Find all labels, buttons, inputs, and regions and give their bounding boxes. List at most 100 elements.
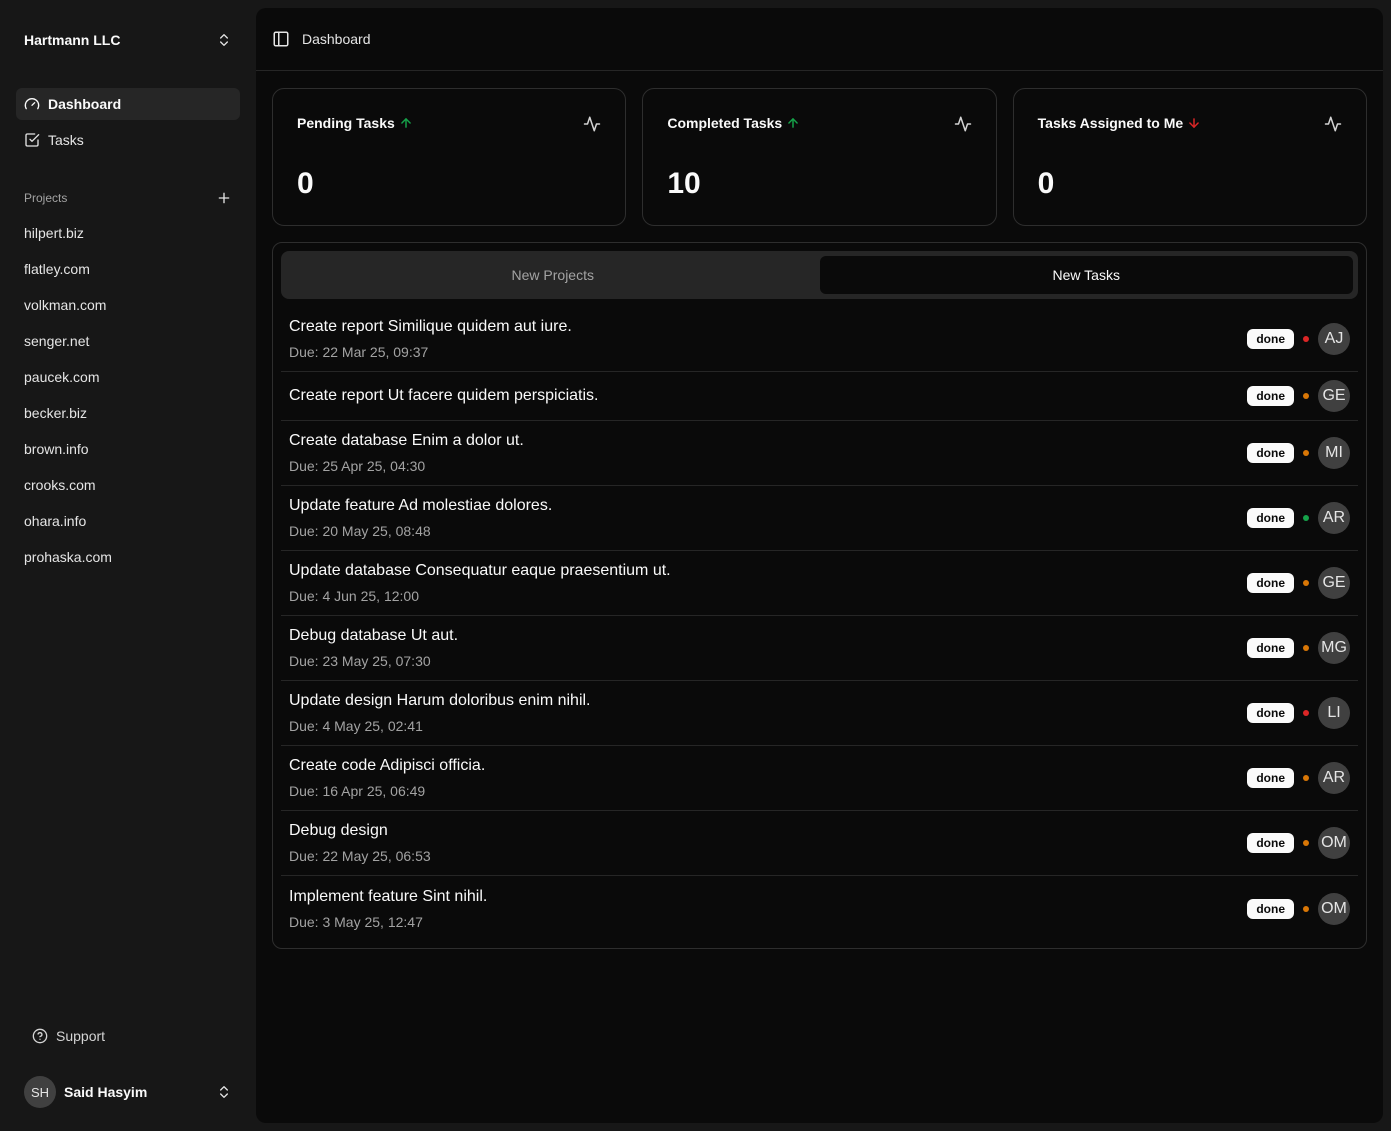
assignee-avatar: AJ [1318,323,1350,355]
projects-label: Projects [24,191,68,205]
project-list: hilpert.biz flatley.com volkman.com seng… [16,215,240,575]
help-circle-icon [32,1028,48,1044]
priority-dot [1303,393,1309,399]
add-project-plus-icon[interactable] [216,190,232,206]
support-link[interactable]: Support [16,1020,240,1052]
square-check-icon [25,133,40,147]
project-item[interactable]: crooks.com [16,467,240,503]
tab-new-projects[interactable]: New Projects [286,256,820,294]
projects-header: Projects [16,186,240,210]
stat-title-text: Completed Tasks [667,115,783,131]
task-meta: done GE [1247,380,1350,412]
assignee-avatar: OM [1318,892,1350,925]
task-meta: done MI [1247,437,1350,469]
stat-value: 0 [1037,167,1055,200]
task-text: Debug design Due: 22 May 25, 06:53 [289,822,431,864]
arrow-up-icon [788,118,799,128]
task-text: Create code Adipisci officia. Due: 16 Apr… [289,757,485,799]
task-text: Update database Consequatur eaque praese… [289,562,671,604]
assignee-avatar: MG [1318,632,1350,664]
stats-cards: Pending Tasks 0 Completed Tasks 10 Tasks… [272,88,1367,226]
project-item[interactable]: senger.net [16,323,240,359]
status-badge: done [1247,329,1294,349]
task-row[interactable]: Update database Consequatur eaque praese… [281,551,1358,616]
task-title: Update database Consequatur eaque praese… [289,562,671,579]
status-badge: done [1247,638,1294,658]
project-item[interactable]: ohara.info [16,503,240,539]
sidebar-toggle-icon[interactable] [272,30,290,48]
arrow-up-icon [400,118,411,128]
task-row[interactable]: Create report Similique quidem aut iure.… [281,307,1358,372]
project-item[interactable]: paucek.com [16,359,240,395]
activity-icon [1324,116,1342,132]
task-row[interactable]: Create code Adipisci officia. Due: 16 Apr… [281,746,1358,811]
task-due-date: Due: 23 May 25, 07:30 [289,653,431,669]
task-row[interactable]: Update feature Ad molestiae dolores. Due:… [281,486,1358,551]
task-text: Debug database Ut aut. Due: 23 May 25, 07… [289,627,458,669]
stat-card-title: Tasks Assigned to Me [1038,115,1201,131]
task-row[interactable]: Update design Harum doloribus enim nihil… [281,681,1358,746]
stat-title-text: Tasks Assigned to Me [1037,115,1184,131]
project-item[interactable]: prohaska.com [16,539,240,575]
stat-card-assigned: Tasks Assigned to Me 0 [1012,88,1367,226]
task-title: Debug database Ut aut. [289,627,459,644]
status-badge: done [1247,573,1294,593]
stat-title-text: Pending Tasks [297,115,395,131]
task-title: Create database Enim a dolor ut. [289,432,524,449]
arrow-down-icon [1189,118,1199,128]
task-meta: done OM [1247,827,1350,859]
task-row[interactable]: Implement feature Sint nihil. Due: 3 May … [281,876,1358,941]
priority-dot [1303,450,1309,456]
priority-dot [1303,710,1309,716]
stat-card-completed: Completed Tasks 10 [642,88,997,226]
status-badge: done [1247,508,1294,528]
status-badge: done [1247,833,1294,853]
nav-item-tasks[interactable]: Tasks [16,124,240,156]
project-item[interactable]: hilpert.biz [16,215,240,251]
assignee-avatar: AR [1318,502,1350,534]
tab-list: New Projects New Tasks [281,251,1358,299]
team-switcher[interactable]: Hartmann LLC [16,24,240,56]
nav-item-label: Tasks [48,132,84,148]
task-meta: done OM [1247,892,1350,925]
assignee-avatar: LI [1318,697,1350,729]
nav-item-dashboard[interactable]: Dashboard [16,88,240,120]
stat-value: 10 [667,167,701,200]
priority-dot [1303,515,1309,521]
stat-card-title: Pending Tasks [297,115,413,131]
project-item[interactable]: flatley.com [16,251,240,287]
priority-dot [1303,905,1309,912]
activity-icon [954,116,971,132]
task-meta: done AR [1247,502,1350,534]
stat-card-title: Completed Tasks [667,115,800,131]
status-badge: done [1247,768,1294,788]
priority-dot [1303,336,1309,342]
user-menu[interactable]: SH Said Hasyim [16,1072,240,1112]
task-title: Debug design [289,822,388,839]
task-due-date: Due: 4 Jun 25, 12:00 [289,588,419,604]
project-item[interactable]: becker.biz [16,395,240,431]
task-text: Implement feature Sint nihil. Due: 3 May … [289,888,487,930]
assignee-avatar: OM [1318,827,1350,859]
project-item[interactable]: volkman.com [16,287,240,323]
task-row[interactable]: Debug database Ut aut. Due: 23 May 25, 07… [281,616,1358,681]
task-due-date: Due: 4 May 25, 02:41 [289,718,423,734]
tab-new-tasks[interactable]: New Tasks [819,256,1353,294]
task-meta: done LI [1247,697,1350,729]
task-due-date: Due: 3 May 25, 12:47 [289,913,423,930]
project-item[interactable]: brown.info [16,431,240,467]
task-meta: done AR [1247,762,1350,794]
task-row[interactable]: Create database Enim a dolor ut. Due: 25 … [281,421,1358,486]
task-meta: done MG [1247,632,1350,664]
user-name: Said Hasyim [64,1084,148,1100]
assignee-avatar: GE [1318,567,1350,599]
topbar: Dashboard [256,8,1383,71]
task-text: Create report Ut facere quidem perspicia… [289,387,598,405]
chevrons-up-down-icon [220,1086,228,1098]
gauge-icon [24,98,40,110]
task-row[interactable]: Debug design Due: 22 May 25, 06:53 done OM [281,811,1358,876]
task-row[interactable]: Create report Ut facere quidem perspicia… [281,372,1358,421]
stat-card-pending: Pending Tasks 0 [272,88,627,226]
sidebar: Hartmann LLC Dashboard Tasks Projects hi… [0,0,256,1131]
task-meta: done AJ [1247,323,1350,355]
